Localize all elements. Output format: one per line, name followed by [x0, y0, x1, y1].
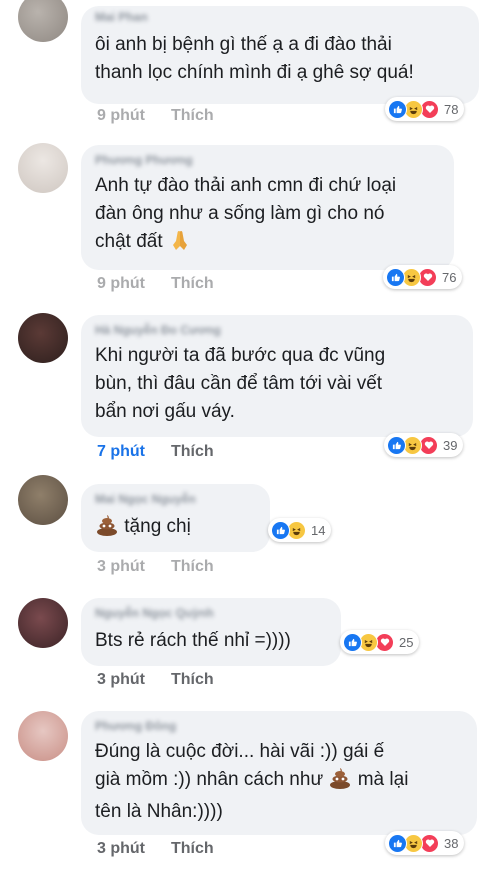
comment-author[interactable]: Hà Nguyễn Đo Cương [95, 323, 459, 338]
like-reaction-icon [271, 520, 290, 540]
comment-author[interactable]: Phương Phương [95, 153, 440, 168]
like-comment-link[interactable]: Thích [171, 443, 214, 461]
comment-actions: 9 phút Thích [97, 275, 214, 293]
comment-actions: 9 phút Thích [97, 107, 214, 125]
like-reaction-icon [388, 99, 407, 119]
reaction-summary[interactable]: 14 [268, 518, 332, 542]
comment-text: Bts rẻ rách thế nhỉ =)))) [95, 630, 291, 651]
comment-text: ôi anh bị bệnh gì thế ạ a đi đào thải th… [95, 34, 414, 83]
avatar[interactable] [18, 475, 68, 525]
comment-text: Anh tự đào thải anh cmn đi chứ loại đàn … [95, 172, 440, 260]
reaction-summary[interactable]: 78 [385, 97, 465, 121]
like-comment-link[interactable]: Thích [171, 840, 214, 858]
like-reaction-icon [343, 632, 362, 652]
avatar[interactable] [18, 0, 68, 42]
comment-text-line: đàn ông như a sống làm gì cho nó [95, 203, 385, 224]
avatar[interactable] [18, 711, 68, 761]
reaction-count: 39 [443, 437, 458, 453]
avatar[interactable] [18, 143, 68, 193]
reaction-count: 38 [444, 835, 459, 851]
comment-timestamp[interactable]: 3 phút [97, 671, 145, 689]
comment-bubble: Mai Phan ôi anh bị bệnh gì thế ạ a đi đà… [81, 6, 479, 104]
reaction-count: 76 [442, 269, 457, 285]
reaction-count: 78 [444, 101, 459, 117]
comment-timestamp[interactable]: 9 phút [97, 275, 145, 293]
poop-emoji [328, 767, 352, 798]
comment-actions: 3 phút Thích [97, 671, 214, 689]
reaction-summary[interactable]: 39 [384, 433, 464, 457]
comment-bubble: Nguyễn Ngọc Quỳnh Bts rẻ rách thế nhỉ =)… [81, 598, 341, 666]
like-reaction-icon [386, 267, 405, 287]
comment-bubble: Mai Ngọc Nguyễn tặng chị [81, 484, 270, 552]
praying-hands-emoji [168, 229, 192, 260]
comment-text: Đúng là cuộc đời... hài vãi :)) gái ế gi… [95, 738, 463, 826]
like-reaction-icon [387, 435, 406, 455]
reaction-summary[interactable]: 25 [340, 630, 420, 654]
comment-text-line: già mồm :)) nhân cách như [95, 769, 324, 790]
comment-bubble: Phương Đông Đúng là cuộc đời... hài vãi … [81, 711, 477, 835]
comment-author[interactable]: Mai Phan [95, 10, 465, 25]
comment-timestamp[interactable]: 7 phút [97, 443, 145, 461]
comment-bubble: Phương Phương Anh tự đào thải anh cmn đi… [81, 145, 454, 270]
comment-text: Khi người ta đã bước qua đc vũng bùn, th… [95, 345, 386, 422]
comment-text-line: tên là Nhân:)))) [95, 801, 223, 822]
like-comment-link[interactable]: Thích [171, 275, 214, 293]
like-comment-link[interactable]: Thích [171, 558, 214, 576]
comment-text-line: Đúng là cuộc đời... hài vãi :)) gái ế [95, 741, 385, 762]
comment-text-line: Anh tự đào thải anh cmn đi chứ loại [95, 175, 397, 196]
like-reaction-icon [388, 833, 407, 853]
comment-timestamp[interactable]: 3 phút [97, 840, 145, 858]
comment-bubble: Hà Nguyễn Đo Cương Khi người ta đã bước … [81, 315, 473, 437]
reaction-summary[interactable]: 76 [383, 265, 463, 289]
comment-author[interactable]: Nguyễn Ngọc Quỳnh [95, 606, 327, 621]
comment-actions: 7 phút Thích [97, 443, 214, 461]
comment-author[interactable]: Phương Đông [95, 719, 463, 734]
like-comment-link[interactable]: Thích [171, 671, 214, 689]
reaction-summary[interactable]: 38 [385, 831, 465, 855]
comment-timestamp[interactable]: 9 phút [97, 107, 145, 125]
comment-text-line: mà lại [357, 769, 409, 790]
comment-text: tặng chị [95, 513, 256, 545]
comment-text-body: tặng chị [124, 516, 191, 537]
reaction-count: 25 [399, 634, 414, 650]
comment-actions: 3 phút Thích [97, 840, 214, 858]
poop-emoji [95, 514, 119, 545]
comment-author[interactable]: Mai Ngọc Nguyễn [95, 492, 256, 507]
like-comment-link[interactable]: Thích [171, 107, 214, 125]
avatar[interactable] [18, 598, 68, 648]
avatar[interactable] [18, 313, 68, 363]
comment-text-line: chật đất [95, 231, 163, 252]
reaction-count: 14 [311, 522, 326, 538]
comment-actions: 3 phút Thích [97, 558, 214, 576]
comment-timestamp[interactable]: 3 phút [97, 558, 145, 576]
